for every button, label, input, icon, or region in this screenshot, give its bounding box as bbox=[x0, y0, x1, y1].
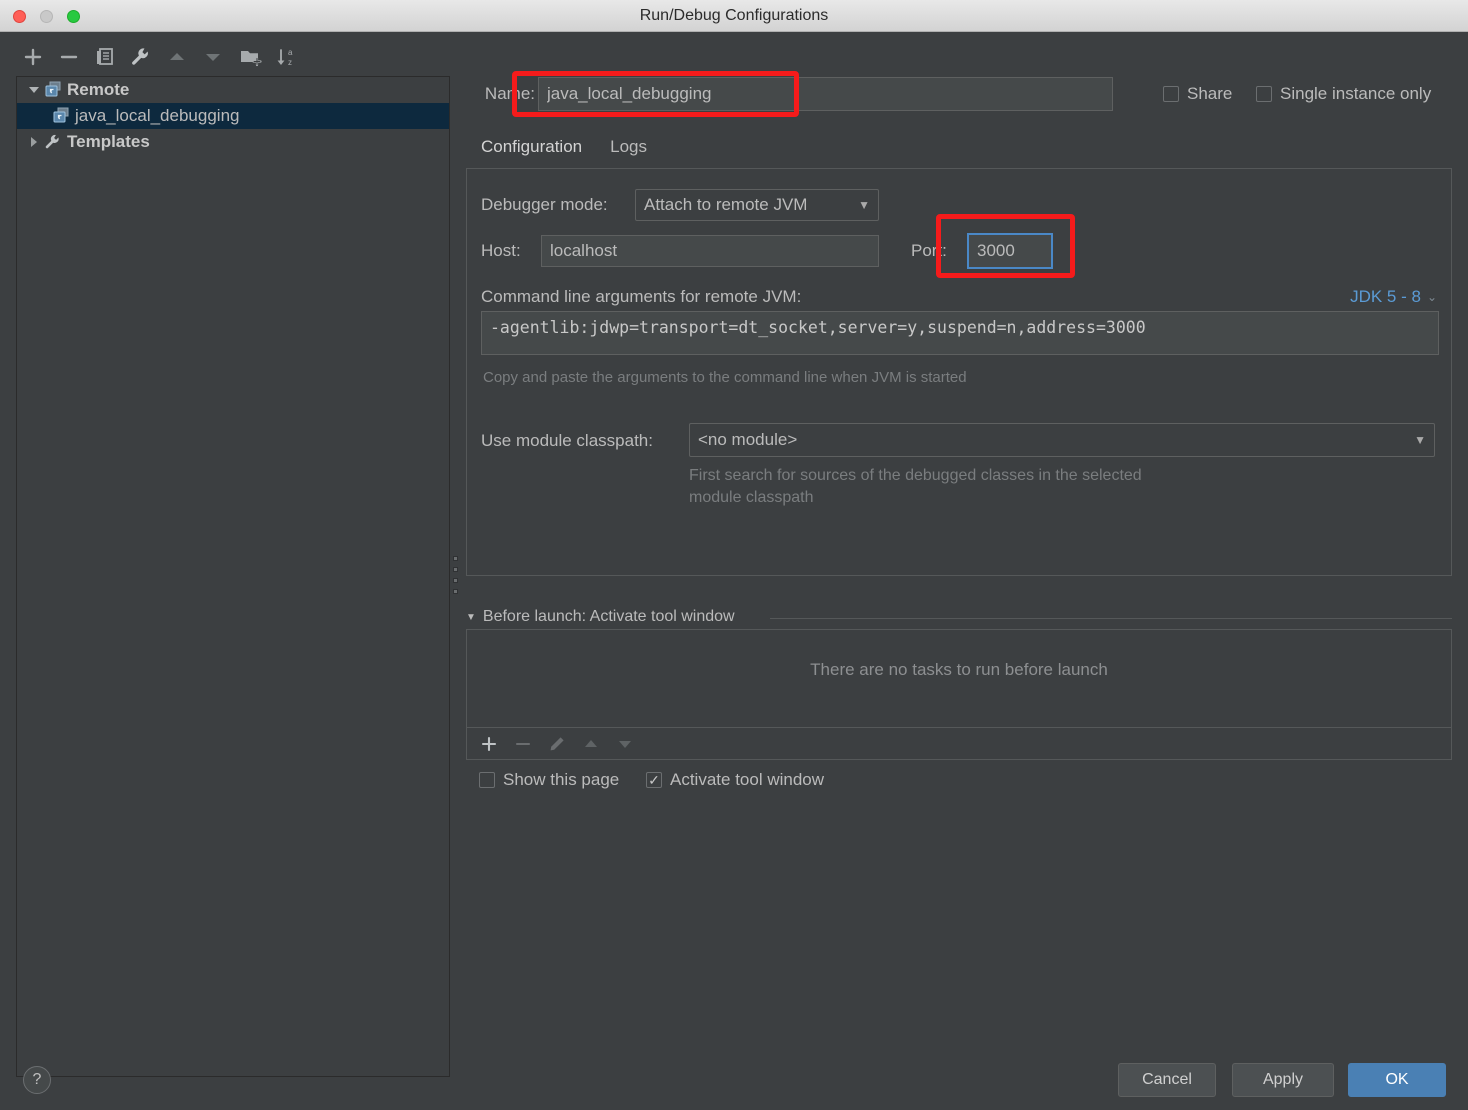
configurations-toolbar: a z bbox=[14, 42, 444, 76]
configurations-tree[interactable]: Remote java_local_debugging Templates bbox=[16, 76, 450, 1077]
checkbox-box[interactable] bbox=[646, 772, 662, 788]
module-classpath-value: <no module> bbox=[698, 430, 797, 450]
sort-configurations-button[interactable]: a z bbox=[272, 42, 302, 72]
tree-item-label: java_local_debugging bbox=[75, 106, 239, 126]
show-this-page-checkbox[interactable]: Show this page bbox=[479, 770, 619, 790]
move-down-button[interactable] bbox=[198, 42, 228, 72]
remote-config-icon bbox=[51, 107, 71, 125]
single-instance-checkbox[interactable]: Single instance only bbox=[1256, 84, 1431, 104]
port-label: Port: bbox=[911, 241, 947, 261]
chevron-down-icon: ▼ bbox=[858, 198, 870, 212]
debugger-mode-value: Attach to remote JVM bbox=[644, 195, 807, 215]
add-configuration-button[interactable] bbox=[18, 42, 48, 72]
edit-task-button bbox=[543, 731, 571, 757]
before-launch-title: Before launch: Activate tool window bbox=[483, 608, 735, 626]
checkbox-box[interactable] bbox=[1163, 86, 1179, 102]
host-input[interactable] bbox=[541, 235, 879, 267]
remove-configuration-button[interactable] bbox=[54, 42, 84, 72]
module-classpath-select[interactable]: <no module> ▼ bbox=[689, 423, 1435, 457]
edit-templates-button[interactable] bbox=[126, 42, 156, 72]
help-button[interactable]: ? bbox=[23, 1066, 51, 1094]
before-launch-toolbar bbox=[466, 728, 1452, 760]
activate-tool-window-checkbox[interactable]: Activate tool window bbox=[646, 770, 824, 790]
port-input[interactable] bbox=[967, 233, 1053, 269]
chevron-down-icon[interactable] bbox=[25, 84, 43, 96]
apply-button[interactable]: Apply bbox=[1232, 1063, 1334, 1097]
name-label: Name: bbox=[465, 80, 535, 108]
add-task-button[interactable] bbox=[475, 731, 503, 757]
debugger-mode-select[interactable]: Attach to remote JVM ▼ bbox=[635, 189, 879, 221]
share-label: Share bbox=[1187, 84, 1232, 104]
chevron-down-icon: ⌄ bbox=[1427, 290, 1437, 304]
configuration-tabs: Configuration Logs bbox=[467, 132, 661, 168]
svg-text:z: z bbox=[288, 58, 292, 67]
jdk-version-label: JDK 5 - 8 bbox=[1350, 287, 1421, 307]
jdk-version-selector[interactable]: JDK 5 - 8 ⌄ bbox=[1350, 287, 1437, 307]
tree-item-label: Remote bbox=[67, 80, 129, 100]
svg-text:a: a bbox=[288, 48, 293, 57]
chevron-right-icon[interactable] bbox=[25, 136, 43, 148]
configuration-panel: Debugger mode: Attach to remote JVM ▼ Ho… bbox=[466, 168, 1452, 576]
before-launch-empty-text: There are no tasks to run before launch bbox=[467, 660, 1451, 680]
ok-button[interactable]: OK bbox=[1348, 1063, 1446, 1097]
command-line-hint: Copy and paste the arguments to the comm… bbox=[483, 369, 967, 386]
chevron-down-icon: ▼ bbox=[1414, 433, 1426, 447]
single-instance-label: Single instance only bbox=[1280, 84, 1431, 104]
tree-item-java-local-debugging[interactable]: java_local_debugging bbox=[17, 103, 449, 129]
command-line-arguments-label: Command line arguments for remote JVM: bbox=[481, 287, 801, 307]
checkbox-box[interactable] bbox=[1256, 86, 1272, 102]
tree-item-label: Templates bbox=[67, 132, 150, 152]
wrench-icon bbox=[43, 133, 63, 151]
window-titlebar: Run/Debug Configurations bbox=[0, 0, 1468, 32]
debugger-mode-label: Debugger mode: bbox=[481, 195, 608, 215]
tab-configuration[interactable]: Configuration bbox=[467, 132, 596, 168]
activate-tool-window-label: Activate tool window bbox=[670, 770, 824, 790]
tree-item-remote[interactable]: Remote bbox=[17, 77, 449, 103]
window-title: Run/Debug Configurations bbox=[0, 0, 1468, 32]
splitter-grip[interactable] bbox=[453, 556, 459, 608]
move-up-button[interactable] bbox=[162, 42, 192, 72]
checkbox-box[interactable] bbox=[479, 772, 495, 788]
copy-configuration-button[interactable] bbox=[90, 42, 120, 72]
before-launch-task-list[interactable]: There are no tasks to run before launch bbox=[466, 629, 1452, 728]
host-label: Host: bbox=[481, 241, 521, 261]
task-move-up-button bbox=[577, 731, 605, 757]
remote-config-icon bbox=[43, 81, 63, 99]
share-checkbox[interactable]: Share bbox=[1163, 84, 1232, 104]
command-line-arguments-field[interactable]: -agentlib:jdwp=transport=dt_socket,serve… bbox=[481, 311, 1439, 355]
run-debug-configurations-dialog: a z Remote bbox=[0, 32, 1468, 1110]
task-move-down-button bbox=[611, 731, 639, 757]
tree-item-templates[interactable]: Templates bbox=[17, 129, 449, 155]
panel-splitter[interactable] bbox=[450, 76, 462, 1077]
tab-logs[interactable]: Logs bbox=[596, 132, 661, 168]
module-classpath-label: Use module classpath: bbox=[481, 431, 653, 451]
hint-line-1: First search for sources of the debugged… bbox=[689, 465, 1142, 487]
triangle-down-icon[interactable]: ▼ bbox=[466, 612, 476, 623]
module-classpath-hint: First search for sources of the debugged… bbox=[689, 465, 1142, 509]
show-this-page-label: Show this page bbox=[503, 770, 619, 790]
hint-line-2: module classpath bbox=[689, 487, 1142, 509]
new-folder-button[interactable] bbox=[236, 42, 266, 72]
before-launch-divider bbox=[770, 618, 1452, 619]
before-launch-header[interactable]: ▼ Before launch: Activate tool window bbox=[466, 608, 735, 626]
command-line-arguments-value: -agentlib:jdwp=transport=dt_socket,serve… bbox=[490, 318, 1146, 337]
cancel-button[interactable]: Cancel bbox=[1118, 1063, 1216, 1097]
remove-task-button bbox=[509, 731, 537, 757]
name-input[interactable] bbox=[538, 77, 1113, 111]
